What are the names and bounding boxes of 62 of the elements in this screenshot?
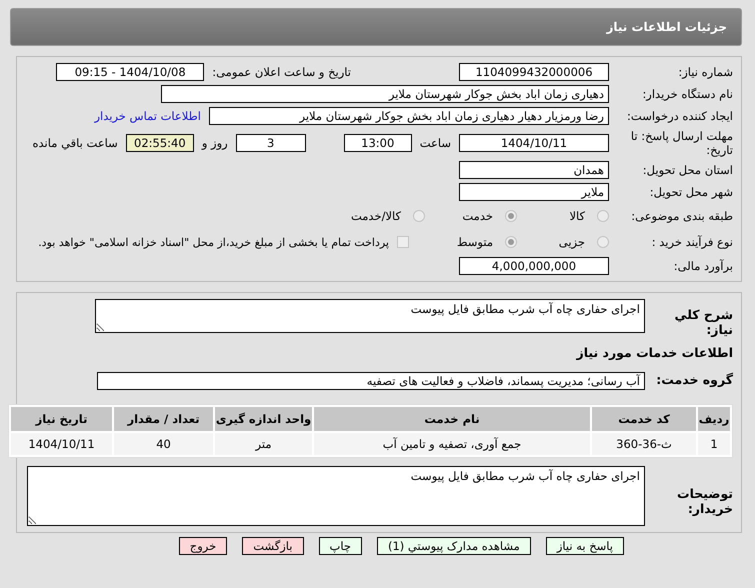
- city-field[interactable]: ملایر: [459, 183, 609, 201]
- deadline-time-field[interactable]: 13:00: [344, 134, 412, 152]
- radio-button[interactable]: [505, 210, 517, 222]
- table-cell: جمع آوری، تصفیه و تامین آب: [314, 433, 590, 455]
- description-textarea[interactable]: اجرای حفاری چاه آب شرب مطابق فایل پیوست: [95, 299, 645, 333]
- notes-textarea[interactable]: اجرای حفاری چاه آب شرب مطابق فایل پیوست: [27, 466, 645, 526]
- deadline-date-field[interactable]: 1404/10/11: [459, 134, 609, 152]
- field-label: مهلت ارسال پاسخ: تا تاریخ:: [630, 129, 733, 157]
- column-header: تعداد / مقدار: [114, 407, 213, 431]
- table-cell: 1404/10/11: [11, 433, 112, 455]
- field-label: شرح کلي نیاز:: [674, 307, 733, 337]
- table-cell: 40: [114, 433, 213, 455]
- field-label: گروه خدمت:: [655, 372, 733, 387]
- field-label: ساعت: [420, 136, 451, 150]
- service-group-field[interactable]: آب رسانی؛ مدیریت پسماند، فاضلاب و فعالیت های تصفیه: [97, 372, 645, 390]
- action-button[interactable]: چاپ: [318, 537, 362, 555]
- radio-button[interactable]: [413, 210, 425, 222]
- announce-date-field[interactable]: 1404/10/08 - 09:15: [56, 63, 204, 81]
- section-heading: اطلاعات خدمات مورد نیاز: [575, 345, 733, 360]
- field-label: شهر محل تحویل:: [648, 185, 733, 199]
- field-label: نوع فرآیند خرید :: [650, 235, 733, 249]
- field-label: روز و: [202, 136, 228, 150]
- field-label: توضیحات خریدار:: [676, 486, 733, 516]
- creator-field[interactable]: رضا ورمزیار دهیار دهیاری زمان اباد بخش جوکار شهرستان ملایر: [209, 107, 609, 125]
- option-label: خدمت: [462, 209, 493, 223]
- buyer-contact-link[interactable]: اطلاعات تماس خریدار: [94, 109, 201, 123]
- radio-button[interactable]: [505, 236, 517, 248]
- days-field[interactable]: 3: [236, 134, 306, 152]
- action-button[interactable]: مشاهده مدارک پیوستي (1): [376, 537, 531, 555]
- action-button[interactable]: خروج: [178, 537, 228, 555]
- estimate-field[interactable]: 4,000,000,000: [459, 257, 609, 275]
- buyer-org-field[interactable]: دهیاری زمان اباد بخش جوکار شهرستان ملایر: [161, 85, 609, 103]
- column-header: واحد اندازه گیری: [215, 407, 312, 431]
- field-label: نام دستگاه خریدار:: [641, 87, 733, 101]
- page-title: جزئیات اطلاعات نیاز: [606, 20, 727, 34]
- checkbox[interactable]: [397, 236, 409, 248]
- field-label: ایجاد کننده درخواست:: [626, 109, 733, 123]
- column-header: تاریخ نیاز: [11, 407, 112, 431]
- option-label: متوسط: [456, 235, 493, 249]
- field-label: ساعت باقي مانده: [32, 136, 118, 150]
- action-button[interactable]: پاسخ به نیاز: [546, 537, 624, 555]
- radio-button[interactable]: [597, 210, 609, 222]
- province-field[interactable]: همدان: [459, 161, 609, 179]
- field-label: تاریخ و ساعت اعلان عمومی:: [212, 65, 351, 79]
- field-label: شماره نیاز:: [677, 65, 733, 79]
- option-label: جزیی: [558, 235, 585, 249]
- field-label: برآورد مالی:: [672, 259, 733, 273]
- remaining-time-field: 02:55:40: [126, 134, 194, 152]
- radio-button[interactable]: [597, 236, 609, 248]
- column-header: نام خدمت: [314, 407, 590, 431]
- field-label: استان محل تحویل:: [642, 163, 733, 177]
- payment-note: پرداخت تمام یا بخشی از مبلغ خرید،از محل "اسناد خزانه اسلامی" خواهد بود.: [38, 236, 389, 248]
- table-cell: ث-36-360: [592, 433, 696, 455]
- table-cell: 1: [698, 433, 730, 455]
- column-header: کد خدمت: [592, 407, 696, 431]
- option-label: کالا/خدمت: [350, 209, 401, 223]
- table-cell: متر: [215, 433, 312, 455]
- field-label: طبقه بندی موضوعی:: [630, 209, 733, 223]
- need-number-field[interactable]: 1104099432000006: [459, 63, 609, 81]
- column-header: ردیف: [698, 407, 730, 431]
- option-label: کالا: [569, 209, 585, 223]
- action-button[interactable]: بازگشت: [242, 537, 304, 555]
